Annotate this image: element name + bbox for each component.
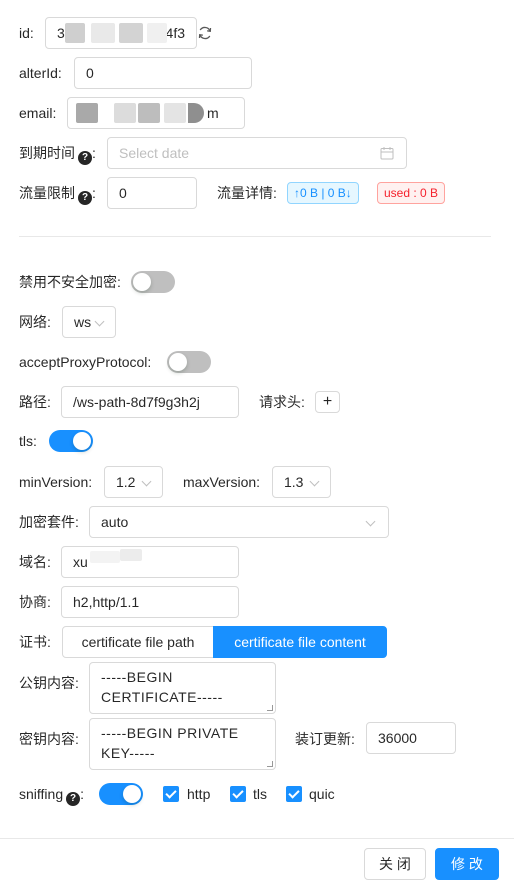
min-version-select[interactable]: 1.2: [104, 466, 163, 498]
expiry-placeholder: Select date: [119, 145, 190, 161]
accept-proxy-protocol-switch[interactable]: [167, 351, 211, 373]
certificate-file-content-option[interactable]: certificate file content: [213, 626, 387, 658]
cipher-suite-select[interactable]: auto: [89, 506, 389, 538]
redacted-block: [119, 23, 143, 43]
id-input[interactable]: 3 4f3: [45, 17, 197, 49]
redacted-block: [188, 103, 204, 123]
sniffing-switch[interactable]: [99, 783, 143, 805]
id-label: id:: [19, 25, 34, 41]
max-version-value: 1.3: [284, 474, 304, 490]
sniffing-tls-checkbox[interactable]: [230, 786, 246, 802]
traffic-used-tag: used : 0 B: [377, 182, 446, 204]
traffic-limit-label: 流量限制?:: [19, 185, 96, 205]
alpn-label: 协商:: [19, 594, 51, 610]
insecure-encryption-label: 禁用不安全加密:: [19, 274, 121, 290]
redacted-block: [138, 103, 160, 123]
resize-handle[interactable]: [267, 705, 273, 711]
id-value-end: 4f3: [165, 25, 185, 41]
headers-label: 请求头:: [259, 394, 305, 410]
id-value-start: 3: [57, 25, 65, 41]
redacted-block: [164, 103, 186, 123]
traffic-updown-tag: ↑0 B | 0 B↓: [287, 182, 359, 204]
email-value-end: m: [207, 105, 219, 121]
sniffing-http-label[interactable]: http: [187, 783, 210, 805]
accept-proxy-protocol-label: acceptProxyProtocol:: [19, 354, 152, 370]
traffic-detail-label: 流量详情:: [217, 185, 277, 201]
network-label: 网络:: [19, 314, 51, 330]
add-header-button[interactable]: +: [315, 391, 340, 413]
expiry-date-picker[interactable]: Select date: [107, 137, 407, 169]
domain-input[interactable]: xu: [61, 546, 239, 578]
insecure-encryption-switch[interactable]: [131, 271, 175, 293]
email-label: email:: [19, 105, 57, 121]
public-key-label: 公钥内容:: [19, 675, 79, 691]
redacted-block: [91, 23, 115, 43]
alterid-input[interactable]: 0: [74, 57, 252, 89]
alpn-input[interactable]: h2,http/1.1: [61, 586, 239, 618]
switch-knob: [123, 785, 141, 803]
certificate-label: 证书:: [19, 634, 51, 650]
network-select[interactable]: ws: [62, 306, 116, 338]
tls-switch[interactable]: [49, 430, 93, 452]
close-button[interactable]: 关 闭: [364, 848, 426, 880]
cipher-suite-label: 加密套件:: [19, 514, 79, 530]
traffic-limit-input[interactable]: 0: [107, 177, 197, 209]
network-value: ws: [74, 314, 92, 330]
tls-label: tls:: [19, 433, 37, 449]
domain-label: 域名:: [19, 554, 51, 570]
chevron-down-icon: [94, 316, 105, 327]
resize-handle[interactable]: [267, 761, 273, 767]
help-icon[interactable]: ?: [66, 792, 81, 806]
reload-input[interactable]: 36000: [366, 722, 456, 754]
cipher-suite-value: auto: [101, 514, 129, 530]
help-icon[interactable]: ?: [78, 151, 92, 165]
min-version-value: 1.2: [116, 474, 136, 490]
redacted-block: [147, 23, 167, 43]
sniffing-label: sniffing?:: [19, 786, 84, 806]
public-key-textarea[interactable]: -----BEGIN CERTIFICATE-----: [89, 662, 276, 714]
certificate-file-path-option[interactable]: certificate file path: [62, 626, 214, 658]
switch-knob: [73, 432, 91, 450]
private-key-line-2: KEY-----: [101, 745, 156, 761]
min-version-label: minVersion:: [19, 474, 93, 490]
redacted-block: [65, 23, 85, 43]
private-key-line-1: -----BEGIN PRIVATE: [101, 725, 239, 741]
chevron-down-icon: [309, 476, 320, 487]
sniffing-quic-label[interactable]: quic: [309, 783, 335, 805]
sniffing-quic-checkbox[interactable]: [286, 786, 302, 802]
redacted-block: [120, 549, 142, 561]
footer-divider: [0, 838, 514, 839]
switch-knob: [169, 353, 187, 371]
calendar-icon: [380, 147, 394, 160]
private-key-textarea[interactable]: -----BEGIN PRIVATE KEY-----: [89, 718, 276, 770]
private-key-label: 密钥内容:: [19, 731, 79, 747]
alterid-label: alterId:: [19, 65, 62, 81]
sniffing-http-checkbox[interactable]: [163, 786, 179, 802]
email-input[interactable]: m: [67, 97, 245, 129]
path-input[interactable]: /ws-path-8d7f9g3h2j: [61, 386, 239, 418]
public-key-line-1: -----BEGIN: [101, 669, 173, 685]
public-key-line-2: CERTIFICATE-----: [101, 689, 223, 705]
chevron-down-icon: [141, 476, 152, 487]
redacted-block: [76, 103, 98, 123]
expiry-label: 到期时间?:: [19, 145, 96, 165]
max-version-label: maxVersion:: [183, 474, 261, 490]
path-label: 路径:: [19, 394, 51, 410]
switch-knob: [133, 273, 151, 291]
domain-value: xu: [73, 554, 88, 570]
redacted-block: [114, 103, 136, 123]
help-icon[interactable]: ?: [78, 191, 92, 205]
sniffing-tls-label[interactable]: tls: [253, 783, 267, 805]
reload-label: 装订更新:: [295, 731, 355, 747]
submit-button[interactable]: 修 改: [435, 848, 499, 880]
redacted-block: [90, 551, 120, 563]
chevron-down-icon: [365, 516, 376, 527]
section-divider: [19, 236, 491, 237]
max-version-select[interactable]: 1.3: [272, 466, 331, 498]
refresh-icon[interactable]: [197, 25, 213, 41]
